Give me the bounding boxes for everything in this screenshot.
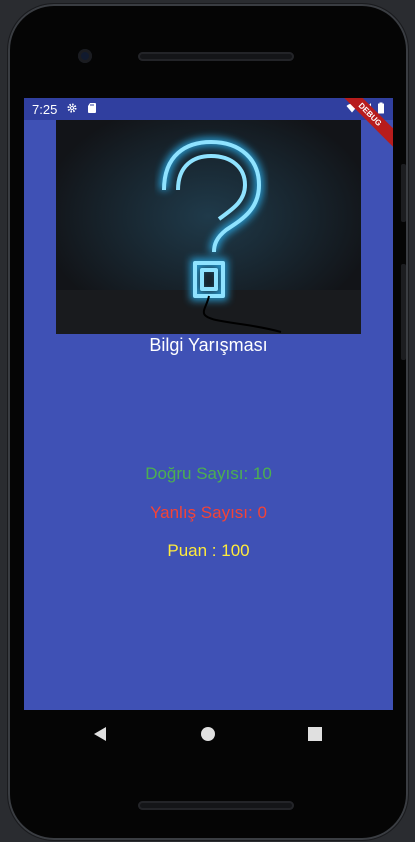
volume-button <box>401 164 406 222</box>
gear-icon <box>67 103 77 113</box>
back-icon[interactable] <box>88 722 112 746</box>
app-screen: 7:25 DEBUG Bilgi Yarışması Doğru Sayısı:… <box>24 98 393 710</box>
score: Puan : 100 <box>167 541 250 560</box>
power-button <box>401 264 406 360</box>
sd-card-icon <box>88 103 96 113</box>
status-bar: 7:25 DEBUG <box>24 98 393 151</box>
correct-count: Doğru Sayısı: 10 <box>145 464 272 483</box>
top-speaker <box>138 52 294 61</box>
neon-question-mark-icon <box>56 120 361 334</box>
wrong-count: Yanlış Sayısı: 0 <box>150 503 267 522</box>
front-camera <box>78 49 92 63</box>
home-icon[interactable] <box>196 722 220 746</box>
status-time: 7:25 <box>32 102 58 117</box>
app-title: Bilgi Yarışması <box>149 335 268 355</box>
recents-icon[interactable] <box>303 722 327 746</box>
question-mark-image <box>56 120 361 334</box>
navigation-bar <box>24 710 393 756</box>
bottom-speaker <box>138 801 294 810</box>
